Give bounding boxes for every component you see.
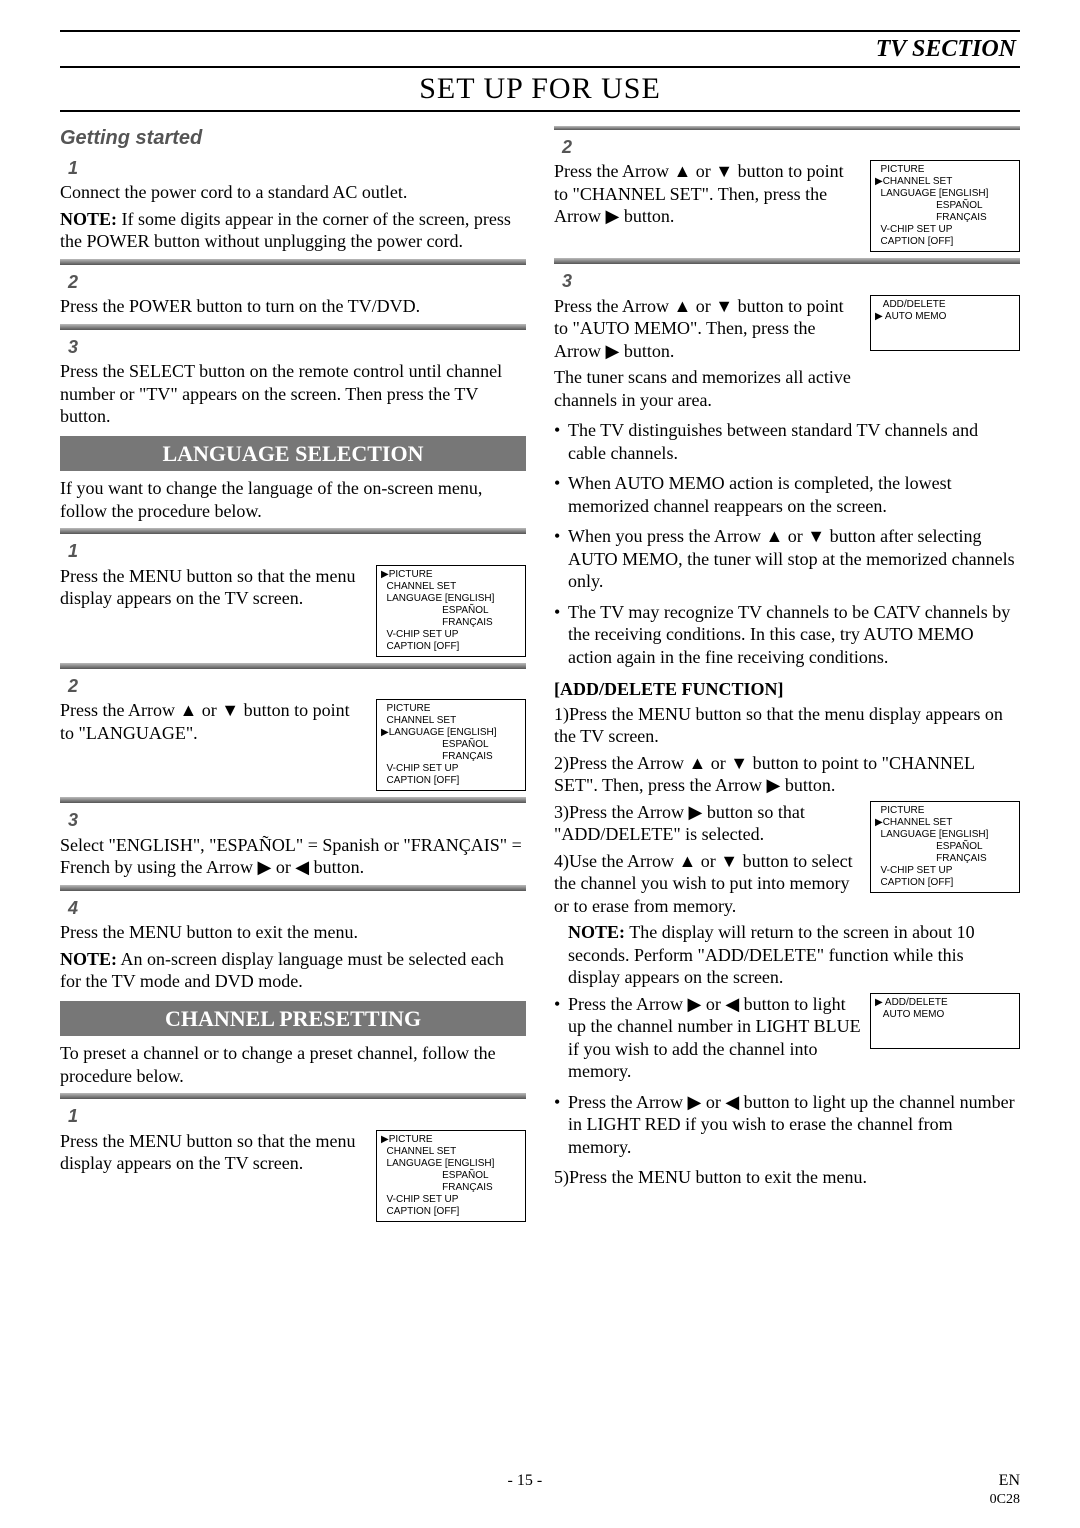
chan-step-3-text-b: The tuner scans and memorizes all active…: [554, 366, 862, 411]
lang-step-2-text: Press the Arrow ▲ or ▼ button to point t…: [60, 699, 368, 744]
step-2-label: 2: [68, 271, 526, 294]
menu-box-channel: PICTURE ▶CHANNEL SET LANGUAGE [ENGLISH] …: [870, 160, 1020, 252]
right-column: 2 Press the Arrow ▲ or ▼ button to point…: [554, 120, 1020, 1222]
bullet-dot: •: [554, 1091, 568, 1163]
section-title-wrap: SET UP FOR USE: [60, 66, 1020, 112]
bullet-dot: •: [554, 419, 568, 468]
separator: [60, 885, 526, 891]
chan-step-1-text: Press the MENU button so that the menu d…: [60, 1130, 368, 1175]
bullet-dot: •: [554, 993, 568, 1087]
left-column: Getting started 1 Connect the power cord…: [60, 120, 526, 1222]
press-bullet-1: Press the Arrow ▶ or ◀ button to light u…: [568, 993, 862, 1083]
menu-box-automemo: ADD/DELETE ▶ AUTO MEMO: [870, 295, 1020, 351]
page-top-rule: [60, 30, 1020, 32]
lang-step-4-note-text: An on-screen display language must be se…: [60, 949, 504, 992]
step-1-note-text: If some digits appear in the corner of t…: [60, 209, 511, 252]
menu-box-language: PICTURE CHANNEL SET ▶LANGUAGE [ENGLISH] …: [376, 699, 526, 791]
getting-started-heading: Getting started: [60, 126, 526, 151]
step-1-text-a: Connect the power cord to a standard AC …: [60, 181, 526, 204]
lang-step-1-text: Press the MENU button so that the menu d…: [60, 565, 368, 610]
add-step-5: 5)Press the MENU button to exit the menu…: [554, 1166, 1020, 1189]
separator: [60, 259, 526, 265]
step-1-note: NOTE: If some digits appear in the corne…: [60, 208, 526, 253]
bullet-3: When you press the Arrow ▲ or ▼ button a…: [568, 525, 1020, 593]
step-1-label: 1: [68, 157, 526, 180]
menu-box-picture: ▶PICTURE CHANNEL SET LANGUAGE [ENGLISH] …: [376, 565, 526, 657]
footer-code: 0C28: [990, 1491, 1020, 1509]
bullet-4: The TV may recognize TV channels to be C…: [568, 601, 1020, 669]
menu-box-channel-2: PICTURE ▶CHANNEL SET LANGUAGE [ENGLISH] …: [870, 801, 1020, 893]
separator: [60, 797, 526, 803]
chan-step-3-label: 3: [562, 270, 1020, 293]
bullet-1: The TV distinguishes between standard TV…: [568, 419, 1020, 464]
lang-step-3-text: Select "ENGLISH", "ESPAÑOL" = Spanish or…: [60, 834, 526, 879]
separator: [60, 324, 526, 330]
separator: [60, 663, 526, 669]
add-step-3: 3)Press the Arrow ▶ button so that "ADD/…: [554, 801, 862, 846]
separator: [60, 1093, 526, 1099]
chan-step-1-label: 1: [68, 1105, 526, 1128]
lang-step-3-label: 3: [68, 809, 526, 832]
lang-step-2-label: 2: [68, 675, 526, 698]
footer-en: EN: [999, 1472, 1020, 1489]
language-selection-banner: LANGUAGE SELECTION: [60, 436, 526, 472]
step-3-label: 3: [68, 336, 526, 359]
separator: [554, 126, 1020, 130]
add-note-text: The display will return to the screen in…: [568, 922, 975, 987]
chan-step-2-label: 2: [562, 136, 1020, 159]
separator: [60, 528, 526, 534]
menu-box-adddelete: ▶ ADD/DELETE AUTO MEMO: [870, 993, 1020, 1049]
add-note: NOTE: The display will return to the scr…: [554, 921, 1020, 989]
page-footer: - 15 - EN 0C28: [60, 1471, 1020, 1509]
step-2-text: Press the POWER button to turn on the TV…: [60, 295, 526, 318]
channel-presetting-banner: CHANNEL PRESETTING: [60, 1001, 526, 1037]
channel-intro: To preset a channel or to change a prese…: [60, 1042, 526, 1087]
add-step-4: 4)Use the Arrow ▲ or ▼ button to select …: [554, 850, 862, 918]
chan-step-3-text-a: Press the Arrow ▲ or ▼ button to point t…: [554, 295, 862, 363]
section-title: SET UP FOR USE: [60, 70, 1020, 108]
add-delete-heading: [ADD/DELETE FUNCTION]: [554, 678, 1020, 701]
chan-step-2-text: Press the Arrow ▲ or ▼ button to point t…: [554, 160, 862, 228]
bullet-dot: •: [554, 601, 568, 673]
step-3-text: Press the SELECT button on the remote co…: [60, 360, 526, 428]
lang-step-4-label: 4: [68, 897, 526, 920]
separator: [554, 258, 1020, 264]
language-intro: If you want to change the language of th…: [60, 477, 526, 522]
bullet-dot: •: [554, 472, 568, 521]
add-step-2: 2)Press the Arrow ▲ or ▼ button to point…: [554, 752, 1020, 797]
lang-step-4-text-a: Press the MENU button to exit the menu.: [60, 921, 526, 944]
page-number: - 15 -: [508, 1471, 543, 1509]
tv-section-label: TV SECTION: [60, 34, 1020, 64]
menu-box-picture-2: ▶PICTURE CHANNEL SET LANGUAGE [ENGLISH] …: [376, 1130, 526, 1222]
add-step-1: 1)Press the MENU button so that the menu…: [554, 703, 1020, 748]
bullet-dot: •: [554, 525, 568, 597]
lang-step-1-label: 1: [68, 540, 526, 563]
bullet-2: When AUTO MEMO action is completed, the …: [568, 472, 1020, 517]
lang-step-4-note: NOTE: An on-screen display language must…: [60, 948, 526, 993]
press-bullet-2: Press the Arrow ▶ or ◀ button to light u…: [568, 1091, 1020, 1159]
